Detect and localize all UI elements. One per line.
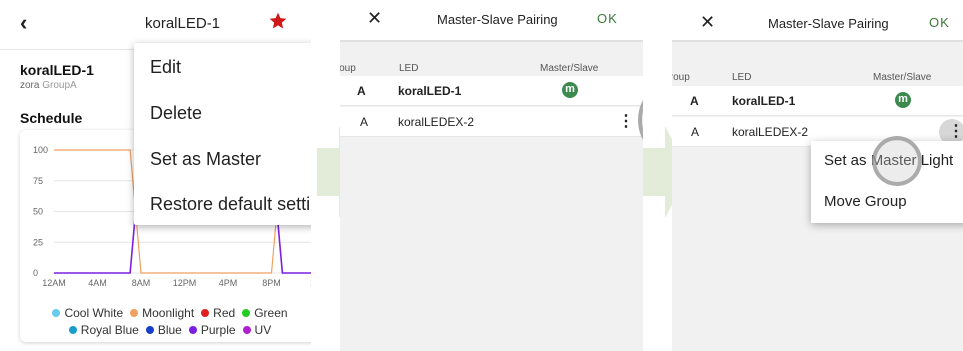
chart-legend: Cool White Moonlight Red Green Royal Blue Blu… <box>20 304 311 338</box>
menu-item-edit[interactable]: Edit <box>150 57 181 78</box>
column-header-group: Group <box>340 63 356 74</box>
page-title: Master-Slave Pairing <box>768 16 889 31</box>
legend-item[interactable]: Cool White <box>52 306 123 320</box>
page-title: Master-Slave Pairing <box>437 12 558 27</box>
legend-label: Red <box>213 305 236 320</box>
legend-label: UV <box>254 322 272 337</box>
top-app-bar: ✕ Master-Slave Pairing OK <box>672 0 963 42</box>
device-options-menu: Edit Delete Set as Master Restore defaul… <box>134 43 311 225</box>
legend-dot-icon <box>242 308 251 317</box>
x-tick-label: 12 <box>310 278 311 288</box>
column-header-group: Group <box>672 72 690 83</box>
close-icon[interactable]: ✕ <box>367 8 382 29</box>
legend-item[interactable]: Royal Blue <box>68 322 139 337</box>
device-name: koralLED-1 <box>20 62 94 78</box>
menu-item-move-group[interactable]: Move Group <box>824 193 907 210</box>
more-vert-icon[interactable]: ⋮ <box>618 111 634 131</box>
column-header-led: LED <box>732 72 752 83</box>
legend-label: Blue <box>157 322 182 337</box>
y-tick-label: 25 <box>33 237 43 247</box>
x-tick-label: 8PM <box>262 278 281 288</box>
legend-label: Cool White <box>64 305 124 320</box>
x-tick-label: 4AM <box>88 278 107 288</box>
legend-label: Green <box>254 305 288 320</box>
legend-item[interactable]: Purple <box>188 322 236 337</box>
legend-label: Moonlight <box>142 305 195 320</box>
column-header-led: LED <box>399 63 419 74</box>
legend-item[interactable]: Green <box>242 305 288 320</box>
table-row[interactable]: A koralLED-1 m <box>672 86 963 116</box>
legend-item[interactable]: Blue <box>145 322 182 337</box>
screenshot-root: ‹ koralLED-1 koralLED-1 zora GroupA Sche… <box>0 0 963 351</box>
more-vert-icon[interactable]: ⋮ <box>948 121 963 141</box>
row-group: A <box>691 125 700 139</box>
y-tick-label: 75 <box>33 176 43 186</box>
legend-dot-icon <box>242 325 251 334</box>
table-row[interactable]: A koralLEDEX-2 ⋮ <box>340 107 643 137</box>
pairing-screen: ✕ Master-Slave Pairing OK Group LED Mast… <box>340 0 643 351</box>
table-row[interactable]: A koralLED-1 m <box>340 76 643 106</box>
legend-item[interactable]: UV <box>242 322 272 337</box>
menu-item-restore-defaults[interactable]: Restore default settir <box>150 194 311 215</box>
y-tick-label: 100 <box>33 145 48 155</box>
master-badge-icon: m <box>562 82 578 98</box>
x-tick-label: 4PM <box>219 278 238 288</box>
legend-dot-icon <box>201 308 210 317</box>
legend-dot-icon <box>188 325 197 334</box>
y-tick-label: 50 <box>33 207 43 217</box>
legend-item[interactable]: Moonlight <box>130 306 194 320</box>
device-group: GroupA <box>42 80 77 91</box>
row-led-name: koralLEDEX-2 <box>732 125 809 139</box>
legend-label: Purple <box>200 322 236 337</box>
column-header-master-slave: Master/Slave <box>540 63 599 74</box>
device-owner: zora <box>20 80 40 91</box>
ok-button[interactable]: OK <box>597 11 618 26</box>
ok-button[interactable]: OK <box>929 15 950 30</box>
legend-dot-icon <box>130 308 139 317</box>
row-group: A <box>690 94 699 108</box>
star-icon[interactable] <box>268 11 288 31</box>
row-led-name: koralLED-1 <box>732 94 796 108</box>
pairing-screen-menu-open: ✕ Master-Slave Pairing OK Group LED Mast… <box>672 0 963 351</box>
legend-item[interactable]: Red <box>201 306 235 320</box>
legend-row: Royal Blue Blue Purple UV <box>20 321 311 338</box>
device-subtitle: zora GroupA <box>20 80 77 91</box>
legend-row: Cool White Moonlight Red Green <box>20 304 311 321</box>
row-group: A <box>360 115 369 129</box>
close-icon[interactable]: ✕ <box>700 12 715 33</box>
legend-dot-icon <box>68 325 77 334</box>
row-led-name: koralLED-1 <box>398 84 462 98</box>
x-tick-label: 12AM <box>42 278 66 288</box>
touch-indicator <box>872 136 922 186</box>
row-led-name: koralLEDEX-2 <box>398 115 475 129</box>
row-group: A <box>357 84 366 98</box>
chevron-left-icon[interactable]: ‹ <box>20 10 27 36</box>
master-badge-icon: m <box>895 92 911 108</box>
schedule-heading: Schedule <box>20 110 83 126</box>
menu-item-delete[interactable]: Delete <box>150 103 202 124</box>
y-tick-label: 0 <box>33 268 38 278</box>
x-tick-label: 8AM <box>132 278 151 288</box>
device-detail-screen: ‹ koralLED-1 koralLED-1 zora GroupA Sche… <box>0 0 311 351</box>
menu-item-set-as-master[interactable]: Set as Master <box>150 149 261 170</box>
x-tick-label: 12PM <box>173 278 197 288</box>
legend-dot-icon <box>145 325 154 334</box>
legend-dot-icon <box>52 308 61 317</box>
page-title: koralLED-1 <box>145 15 221 32</box>
top-app-bar: ✕ Master-Slave Pairing OK <box>340 0 643 42</box>
column-header-master-slave: Master/Slave <box>873 72 932 83</box>
legend-label: Royal Blue <box>80 322 139 337</box>
